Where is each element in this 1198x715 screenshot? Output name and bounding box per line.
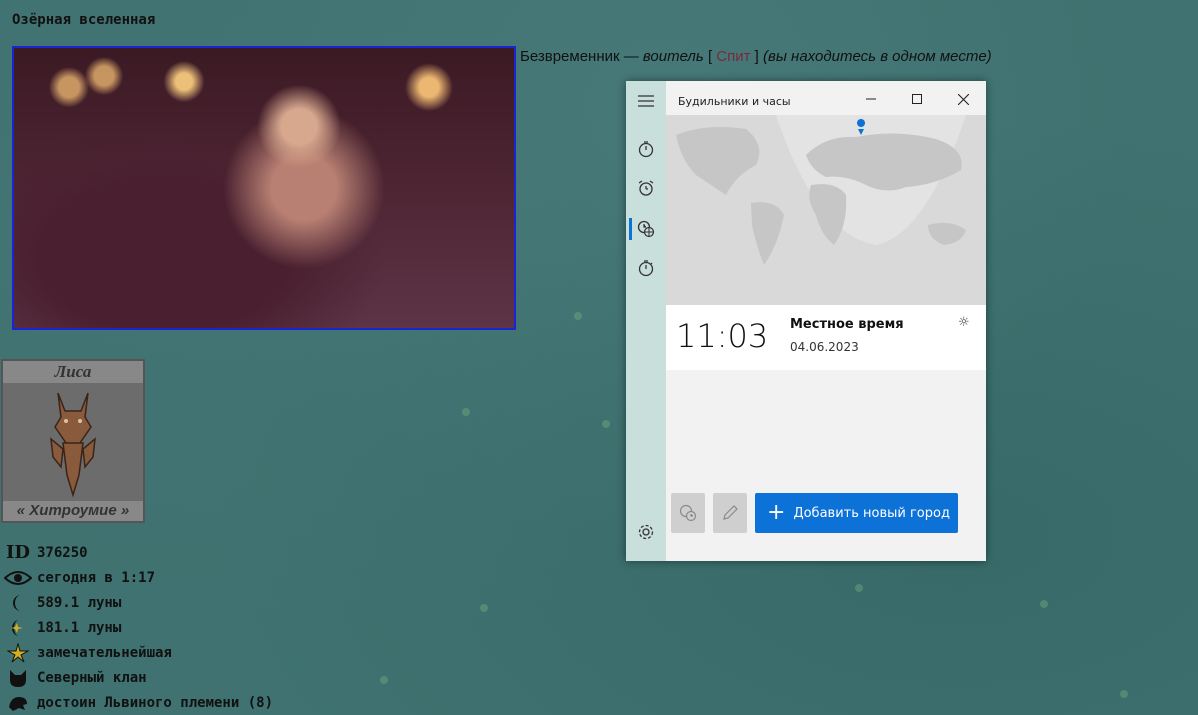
add-city-button[interactable]: + Добавить новый город: [755, 493, 958, 533]
stopwatch-icon[interactable]: [636, 258, 656, 278]
title-bar: Будильники и часы: [666, 81, 986, 115]
dash: —: [619, 48, 643, 65]
clan-card-trait: « Хитроумие »: [3, 501, 143, 521]
stat-rank: замечательнейшая: [3, 640, 273, 665]
background-dot: [1120, 690, 1128, 698]
maximize-button[interactable]: [902, 89, 932, 109]
plus-icon: +: [767, 500, 786, 525]
character-header: Безвременник — воитель [ Спит ] (вы нахо…: [520, 48, 992, 65]
alarms-clock-window: Будильники и часы 11:03 Местное время 04…: [626, 81, 986, 561]
clan-card: Лиса « Хитроумие »: [1, 359, 145, 523]
minimize-button[interactable]: [856, 89, 886, 109]
character-role: воитель: [642, 48, 704, 65]
status-link[interactable]: Спит: [716, 48, 750, 65]
world-map-graphic: [666, 115, 986, 305]
cat-head-icon: [3, 668, 33, 688]
star-rank-icon: [3, 642, 33, 663]
world-map: [666, 115, 986, 305]
stat-clan: Северный клан: [3, 665, 273, 690]
background-dot: [855, 584, 863, 592]
background-dot: [574, 312, 582, 320]
location-note: (вы находитесь в одном месте): [763, 48, 992, 65]
add-city-label: Добавить новый город: [793, 505, 950, 521]
stat-id: ID 376250: [3, 540, 273, 565]
close-button[interactable]: [948, 89, 978, 109]
stat-value: Северный клан: [37, 669, 147, 686]
sun-icon: ☼: [958, 315, 970, 330]
lion-icon: [3, 693, 33, 713]
clock-date: 04.06.2023: [790, 340, 859, 354]
alarm-icon[interactable]: [636, 178, 656, 198]
hamburger-menu-icon[interactable]: [636, 91, 656, 111]
window-title: Будильники и часы: [678, 95, 791, 108]
id-icon: ID: [5, 542, 31, 563]
selected-nav-indicator: [629, 218, 632, 240]
stat-tribe: достоин Львиного племени (8): [3, 690, 273, 715]
page-title: Озёрная вселенная: [12, 12, 156, 28]
clock-label: Местное время: [790, 317, 904, 332]
stat-rank-age: 181.1 луны: [3, 615, 273, 640]
edit-button[interactable]: [713, 493, 747, 533]
background-dot: [380, 676, 388, 684]
moon-star-icon: [3, 618, 33, 638]
stat-value: сегодня в 1:17: [37, 569, 156, 586]
character-name[interactable]: Безвременник: [520, 48, 620, 65]
compare-clocks-button[interactable]: [671, 493, 705, 533]
world-clock-icon[interactable]: [636, 219, 656, 239]
stat-value: достоин Львиного племени (8): [37, 694, 274, 711]
stat-age: 589.1 луны: [3, 590, 273, 615]
profile-photo: [12, 46, 516, 330]
bracket-close: ]: [750, 48, 764, 65]
focus-timer-icon[interactable]: [636, 139, 656, 159]
eye-icon: [3, 570, 33, 586]
bracket-open: [: [703, 48, 717, 65]
app-nav-rail: [626, 81, 666, 561]
fox-emblem-icon: [50, 392, 96, 498]
stat-last-seen: сегодня в 1:17: [3, 565, 273, 590]
stat-value: 376250: [37, 544, 88, 561]
background-dot: [462, 408, 470, 416]
stat-value: 589.1 луны: [37, 594, 122, 611]
stat-value: 181.1 луны: [37, 619, 122, 636]
settings-gear-icon[interactable]: [636, 522, 656, 542]
local-time-card[interactable]: 11:03 Местное время 04.06.2023 ☼: [666, 305, 986, 370]
stats-list: ID 376250 сегодня в 1:17 589.1 луны 181.…: [3, 540, 273, 715]
clock-time: 11:03: [676, 317, 769, 355]
stat-value: замечательнейшая: [37, 644, 172, 661]
clan-card-name: Лиса: [3, 361, 143, 383]
background-dot: [480, 604, 488, 612]
background-dot: [602, 420, 610, 428]
moon-icon: [3, 593, 33, 613]
background-dot: [1040, 600, 1048, 608]
